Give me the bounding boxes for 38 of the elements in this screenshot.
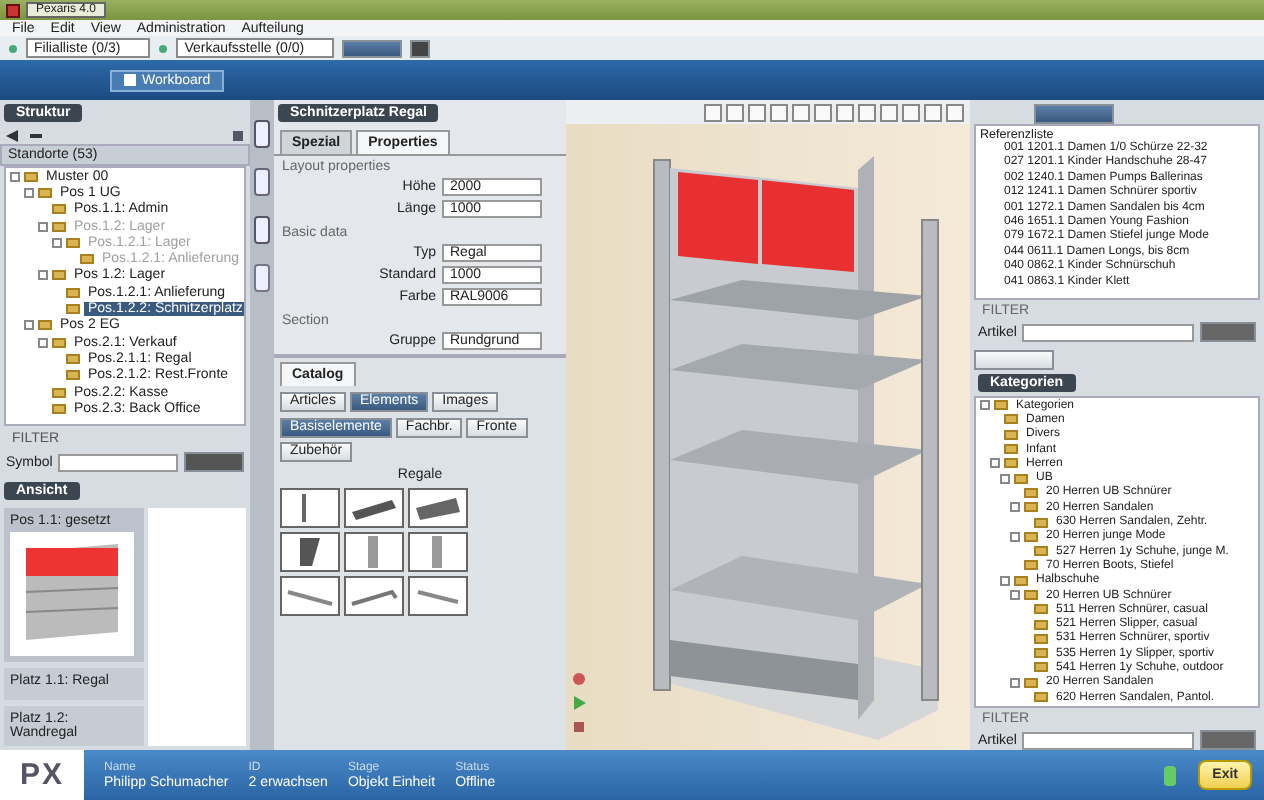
- filter-field[interactable]: [1022, 323, 1194, 341]
- catalog-item: [280, 576, 340, 616]
- view-button[interactable]: [342, 39, 403, 57]
- filter-button[interactable]: [1200, 322, 1256, 342]
- filter-button[interactable]: [184, 452, 244, 472]
- expand-toggle-icon[interactable]: [980, 400, 990, 411]
- status-dot-icon: [158, 43, 169, 53]
- filter-button[interactable]: [1200, 730, 1256, 750]
- stop-icon: [572, 720, 586, 734]
- catalog-item: [344, 576, 404, 616]
- catalog-item: [280, 532, 340, 572]
- status-dot-icon: [8, 43, 18, 53]
- catalog-item: [344, 532, 404, 572]
- battery-icon: [1162, 765, 1179, 785]
- filter-field[interactable]: [58, 453, 178, 471]
- expand-toggle-icon[interactable]: [1010, 531, 1020, 542]
- expand-toggle-icon[interactable]: [38, 270, 48, 281]
- play-icon: [572, 696, 586, 710]
- catalog-item: [408, 576, 468, 616]
- catalog-item: [280, 488, 340, 528]
- logo: PX: [0, 750, 84, 800]
- side-tool-icon[interactable]: [254, 168, 270, 196]
- panel-tab[interactable]: [1034, 104, 1114, 124]
- panel-tab[interactable]: [974, 350, 1054, 370]
- record-icon: [572, 672, 586, 686]
- side-tool-icon[interactable]: [254, 120, 270, 148]
- catalog-item: [344, 488, 404, 528]
- catalog-item: [408, 488, 468, 528]
- filter-field[interactable]: [1022, 731, 1194, 749]
- catalog-item: [408, 532, 468, 572]
- app-icon: [6, 3, 20, 17]
- close-button[interactable]: [410, 39, 431, 57]
- board-icon: [124, 74, 136, 86]
- expand-toggle-icon[interactable]: [1010, 502, 1020, 513]
- side-tool-icon[interactable]: [254, 216, 270, 244]
- expand-toggle-icon[interactable]: [1010, 677, 1020, 688]
- side-tool-icon[interactable]: [254, 264, 270, 292]
- shelf-thumbnail: [10, 532, 134, 656]
